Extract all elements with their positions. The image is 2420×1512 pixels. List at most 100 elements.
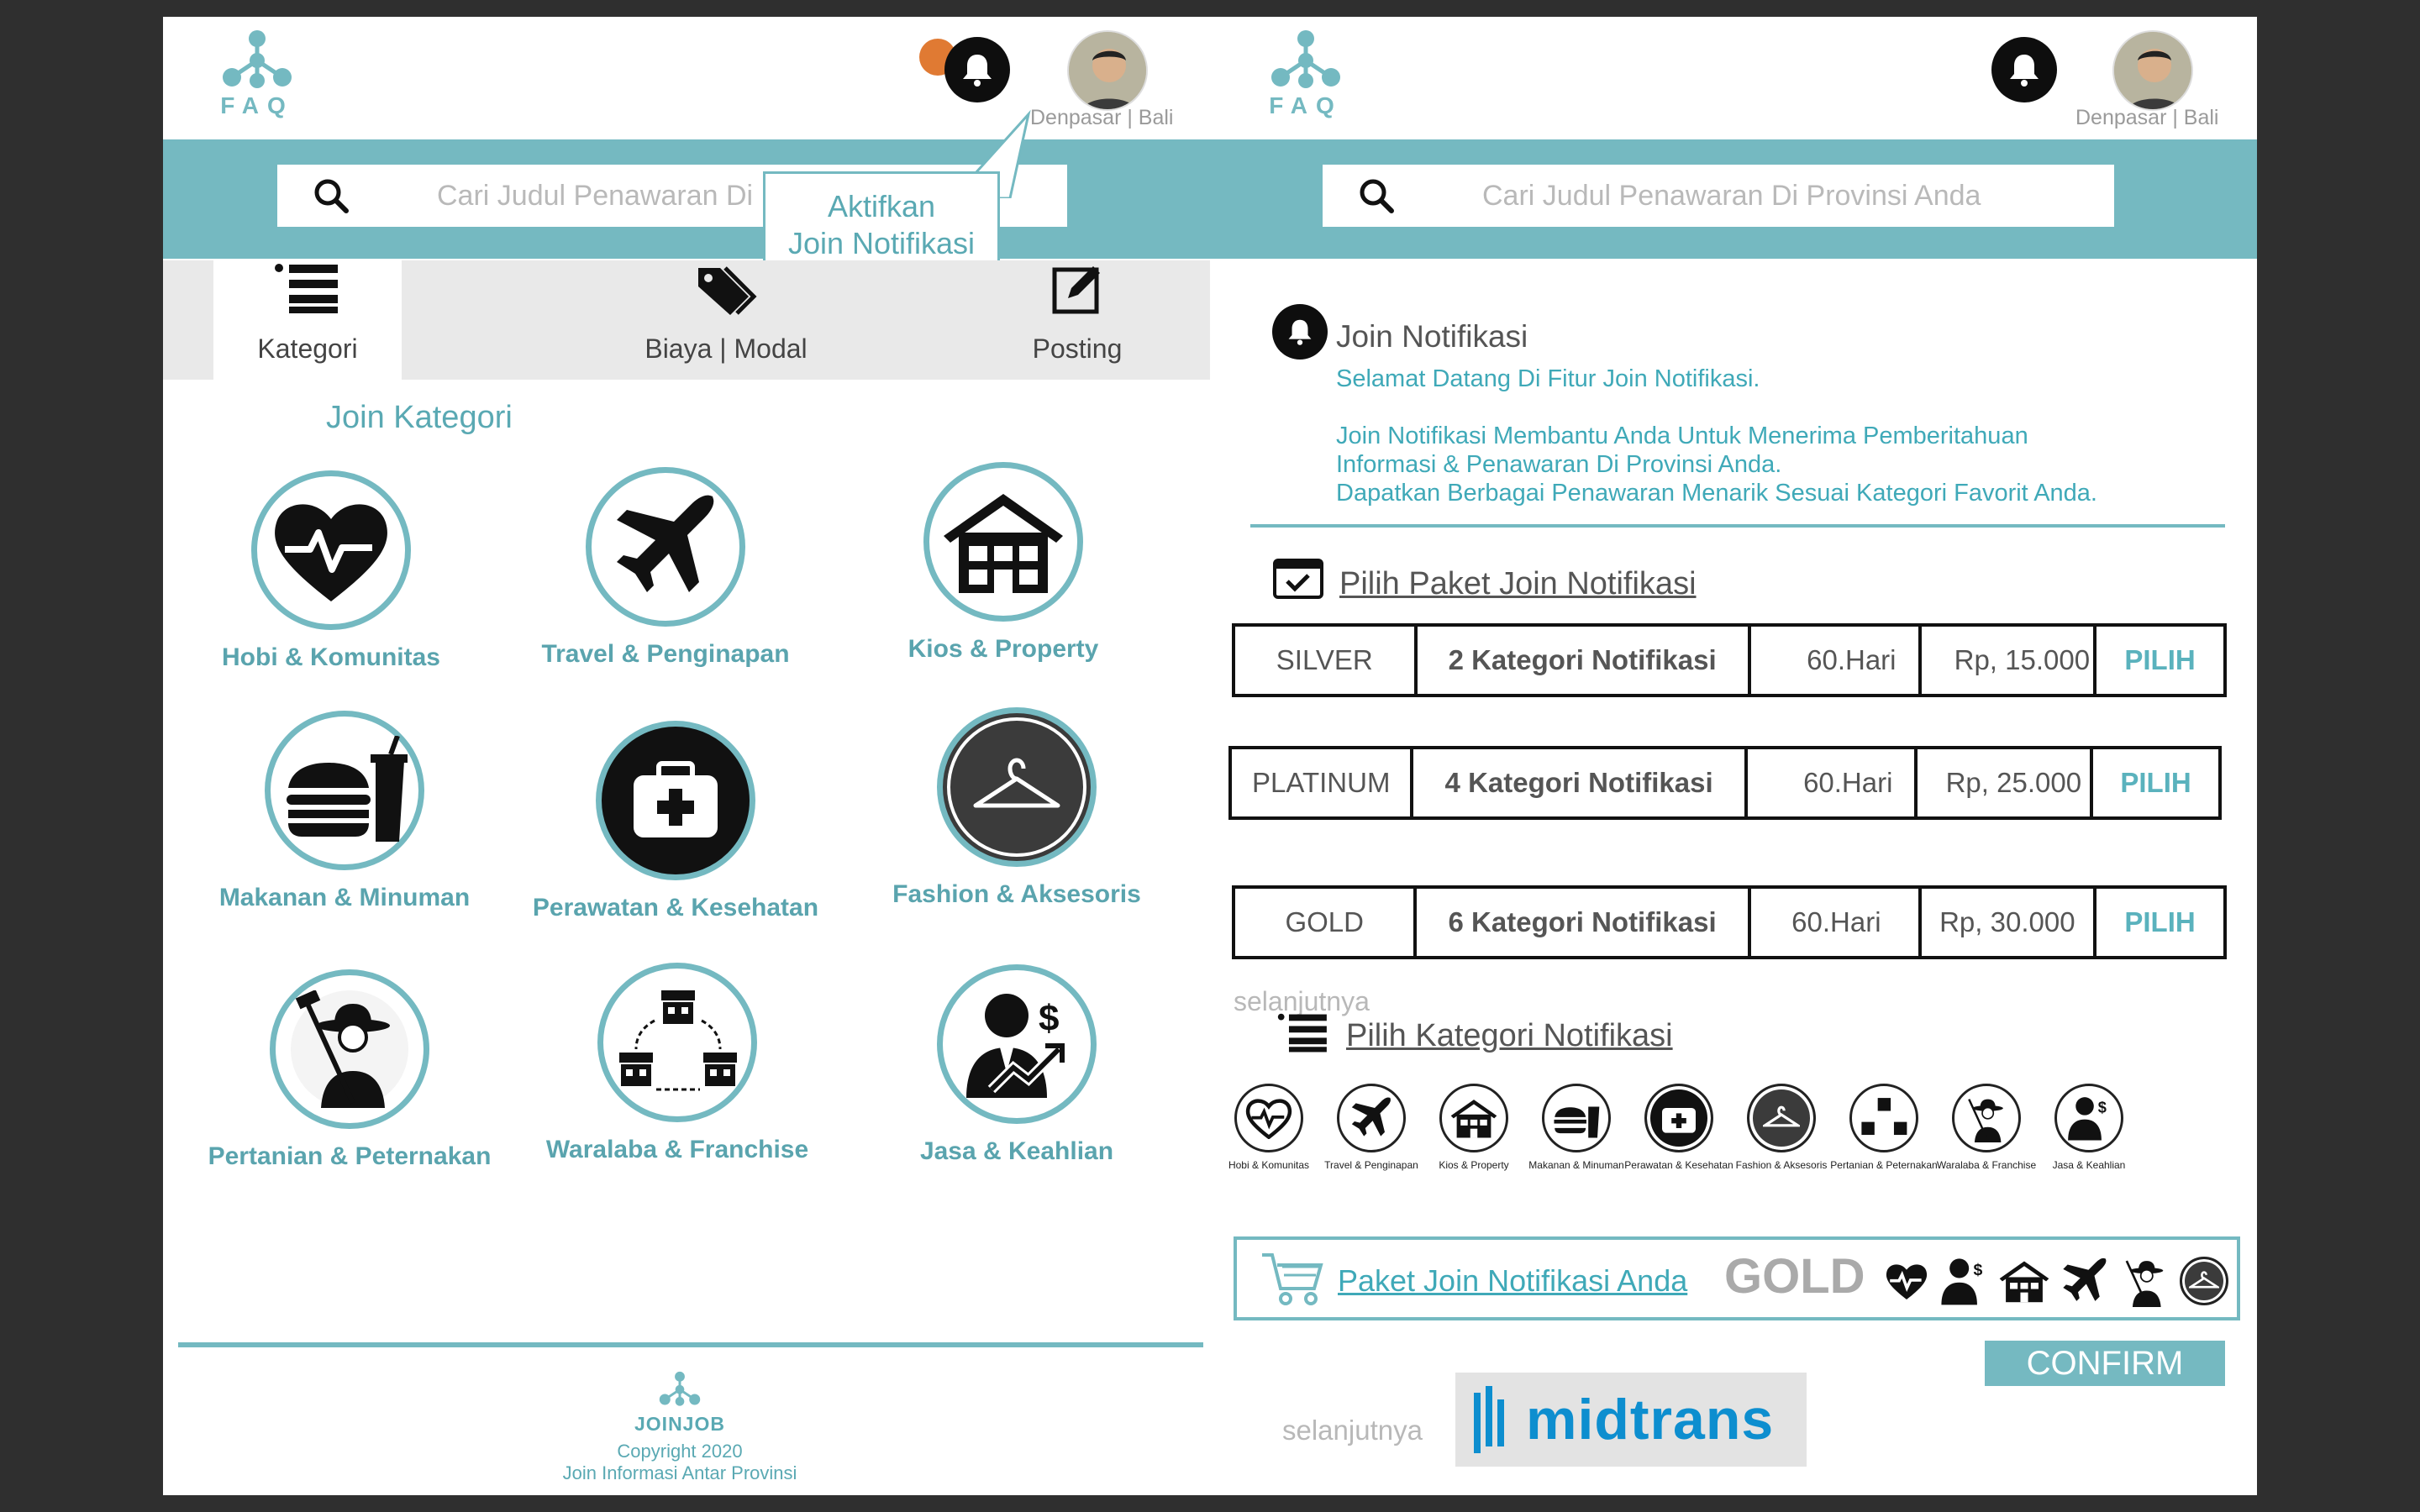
category-jasa[interactable]: $ Jasa & Keahlian <box>849 964 1185 1166</box>
tab-biaya-modal[interactable]: Biaya | Modal <box>617 260 835 380</box>
tab-biaya-label: Biaya | Modal <box>644 333 808 364</box>
notification-bell-button[interactable] <box>944 37 1010 102</box>
notification-bell-button[interactable] <box>1991 37 2057 102</box>
hanger-icon <box>1763 1105 1800 1127</box>
search-icon <box>314 179 349 213</box>
kategori-title: Pilih Kategori Notifikasi <box>1346 1018 1673 1053</box>
browser-check-icon <box>1273 559 1323 599</box>
user-avatar[interactable] <box>2112 30 2193 111</box>
selected-package-name: GOLD <box>1724 1249 1865 1304</box>
footer-tagline: Join Informasi Antar Provinsi <box>562 1462 797 1483</box>
tab-posting[interactable]: Posting <box>1003 260 1151 380</box>
farmer-icon <box>2125 1260 2164 1307</box>
faq-logo[interactable]: FAQ <box>1269 29 1343 119</box>
search-input[interactable]: Cari Judul Penawaran Di Provinsi Anda <box>1323 165 2114 227</box>
footer: JOINJOB Copyright 2020 Join Informasi An… <box>550 1369 810 1484</box>
notif-line: Informasi & Penawaran Di Provinsi Anda. <box>1336 451 1782 478</box>
airplane-icon <box>1351 1097 1392 1137</box>
footer-brand: JOINJOB <box>634 1413 725 1435</box>
tab-kategori-label: Kategori <box>257 333 358 364</box>
category-label: Jasa & Keahlian <box>919 1137 1114 1165</box>
category-label: Hobi & Komunitas <box>222 643 440 671</box>
tags-icon <box>698 266 757 315</box>
notif-description: Selamat Datang Di Fitur Join Notifikasi.… <box>1336 365 2097 507</box>
airplane-icon <box>617 495 714 592</box>
medical-kit-icon <box>1662 1108 1696 1133</box>
package-platinum: PLATINUM 4 Kategori Notifikasi 60.Hari R… <box>1228 746 2222 820</box>
package-durasi: 60.Hari <box>1751 627 1922 694</box>
mini-category-makanan[interactable]: Makanan & Minuman <box>1524 1084 1628 1171</box>
category-waralaba[interactable]: Waralaba & Franchise <box>509 963 845 1164</box>
airplane-icon <box>2063 1257 2107 1301</box>
svg-text:$: $ <box>1974 1261 1983 1279</box>
category-makanan[interactable]: Makanan & Minuman <box>176 711 513 912</box>
medical-kit-icon <box>634 761 718 837</box>
category-label: Perawatan & Kesehatan <box>532 894 819 921</box>
search-icon <box>1360 179 1394 213</box>
franchise-stores-icon <box>1861 1098 1907 1136</box>
business-person-icon: $ <box>1941 1258 1983 1305</box>
midtrans-label: midtrans <box>1526 1388 1775 1452</box>
tooltip-line-1: Aktifkan <box>827 189 936 223</box>
mini-category-travel[interactable]: Travel & Penginapan <box>1319 1084 1423 1171</box>
notif-line: Dapatkan Berbagai Penawaran Menarik Sesu… <box>1336 480 2097 507</box>
tab-kategori[interactable]: Kategori <box>213 260 402 380</box>
section-title: Join Kategori <box>326 400 513 435</box>
mini-category-hobi[interactable]: Hobi & Komunitas <box>1217 1084 1321 1171</box>
pilih-platinum-button[interactable]: PILIH <box>2093 749 2218 816</box>
category-screen: FAQ Denpasar | Bali Cari Judul Penawaran… <box>163 17 1210 1495</box>
category-pertanian[interactable]: Pertanian & Peternakan <box>182 969 518 1171</box>
mini-category-label: Fashion & Aksesoris <box>1735 1159 1828 1171</box>
pilih-silver-button[interactable]: PILIH <box>2096 627 2223 694</box>
list-icon <box>275 264 338 313</box>
selected-package-box: Paket Join Notifikasi Anda GOLD $ <box>1234 1236 2240 1320</box>
package-kategori: 6 Kategori Notifikasi <box>1417 889 1751 956</box>
faq-label: FAQ <box>1269 92 1343 118</box>
edit-icon <box>1052 266 1100 314</box>
notif-line: Join Notifikasi Membantu Anda Untuk Mene… <box>1336 423 2028 449</box>
business-person-icon: $ <box>966 994 1065 1098</box>
package-harga: Rp, 15.000 <box>1922 627 2097 694</box>
package-harga: Rp, 25.000 <box>1918 749 2094 816</box>
package-silver: SILVER 2 Kategori Notifikasi 60.Hari Rp,… <box>1232 623 2227 697</box>
farmer-icon <box>1968 1099 2003 1142</box>
faq-label: FAQ <box>220 92 294 118</box>
svg-text:$: $ <box>2098 1099 2107 1116</box>
list-icon <box>1277 1013 1327 1053</box>
mini-category-pertanian[interactable]: Pertanian & Peternakan <box>1830 1084 1938 1171</box>
bell-icon <box>1272 304 1328 360</box>
category-hobi[interactable]: Hobi & Komunitas <box>163 470 499 672</box>
mini-category-perawatan[interactable]: Perawatan & Kesehatan <box>1624 1084 1733 1171</box>
category-perawatan[interactable]: Perawatan & Kesehatan <box>508 721 844 922</box>
farmer-icon <box>291 990 408 1108</box>
network-logo-icon <box>1271 30 1340 88</box>
mini-category-fashion[interactable]: Fashion & Aksesoris <box>1729 1084 1833 1171</box>
building-icon <box>1999 1261 2049 1303</box>
hanger-icon <box>973 758 1060 808</box>
category-travel[interactable]: Travel & Penginapan <box>497 467 834 669</box>
building-icon <box>944 494 1063 593</box>
heart-pulse-icon <box>275 504 387 601</box>
mini-category-label: Travel & Penginapan <box>1324 1159 1418 1171</box>
package-name: GOLD <box>1235 889 1418 956</box>
user-avatar[interactable] <box>1067 30 1148 111</box>
midtrans-payment-button[interactable]: midtrans <box>1455 1373 1807 1467</box>
category-label: Fashion & Aksesoris <box>892 880 1141 908</box>
mini-category-label: Makanan & Minuman <box>1528 1159 1624 1171</box>
category-label: Makanan & Minuman <box>218 884 471 911</box>
tab-bar: Kategori Biaya | Modal Posting <box>163 260 1210 380</box>
mini-category-kios[interactable]: Kios & Property <box>1422 1084 1526 1171</box>
footer-logo-icon <box>659 1371 701 1406</box>
package-harga: Rp, 30.000 <box>1922 889 2097 956</box>
faq-logo[interactable]: FAQ <box>220 29 294 119</box>
confirm-button[interactable]: CONFIRM <box>1985 1341 2225 1386</box>
mini-category-jasa[interactable]: $ Jasa & Keahlian <box>2037 1084 2141 1171</box>
network-logo-icon <box>223 30 292 88</box>
category-kios[interactable]: Kios & Property <box>835 462 1171 664</box>
mini-category-waralaba[interactable]: Waralaba & Franchise <box>1934 1084 2039 1171</box>
category-fashion[interactable]: Fashion & Aksesoris <box>849 707 1185 909</box>
package-kategori: 2 Kategori Notifikasi <box>1418 627 1751 694</box>
package-durasi: 60.Hari <box>1748 749 1918 816</box>
cart-label[interactable]: Paket Join Notifikasi Anda <box>1338 1263 1687 1299</box>
pilih-gold-button[interactable]: PILIH <box>2096 889 2223 956</box>
